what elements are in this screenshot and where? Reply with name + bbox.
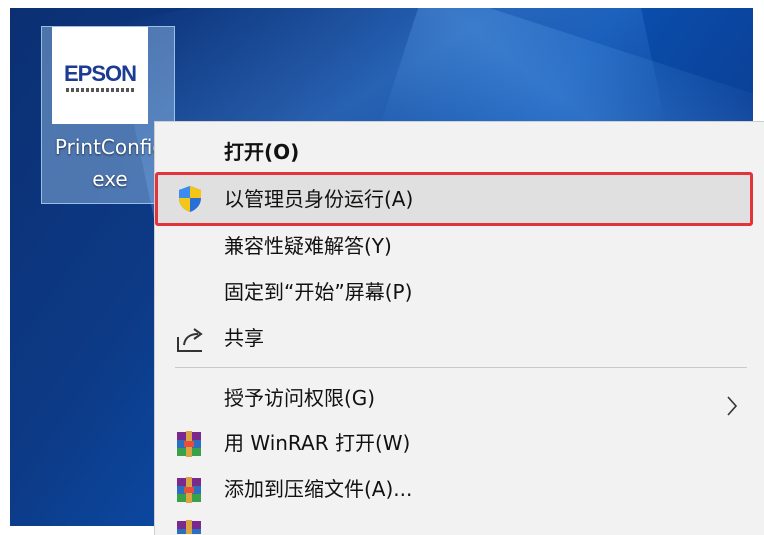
menu-item-open[interactable]: 打开(O)	[155, 130, 751, 174]
menu-item-partial[interactable]	[155, 514, 751, 534]
logo-subtitle-graphic	[66, 88, 134, 92]
highlight-annotation-box	[155, 172, 753, 226]
menu-item-share[interactable]: 共享	[155, 316, 751, 360]
winrar-icon	[175, 518, 203, 534]
winrar-icon	[175, 475, 203, 503]
menu-item-label: 用 WinRAR 打开(W)	[224, 431, 411, 455]
context-menu: 打开(O) 以管理员身份运行(A) 兼容性疑难解答(Y) 固定到“开始”屏幕(P…	[154, 121, 764, 535]
menu-item-label: 授予访问权限(G)	[224, 386, 376, 410]
menu-item-pin-to-start[interactable]: 固定到“开始”屏幕(P)	[155, 270, 751, 314]
menu-item-give-access[interactable]: 授予访问权限(G)	[155, 376, 751, 420]
menu-item-label: 打开(O)	[224, 140, 300, 164]
chevron-right-icon	[725, 388, 739, 416]
menu-item-label: 固定到“开始”屏幕(P)	[224, 280, 413, 304]
menu-item-label: 兼容性疑难解答(Y)	[224, 234, 392, 258]
menu-separator	[175, 367, 747, 368]
epson-logo-text: EPSON	[63, 61, 137, 86]
winrar-icon	[175, 429, 203, 457]
menu-item-compatibility[interactable]: 兼容性疑难解答(Y)	[155, 224, 751, 268]
menu-item-label: 添加到压缩文件(A)...	[224, 477, 413, 501]
menu-item-label: 共享	[224, 326, 264, 350]
menu-item-open-with-winrar[interactable]: 用 WinRAR 打开(W)	[155, 421, 751, 465]
share-icon	[175, 324, 205, 352]
epson-logo: EPSON	[52, 27, 148, 124]
menu-item-add-to-archive[interactable]: 添加到压缩文件(A)...	[155, 467, 751, 511]
